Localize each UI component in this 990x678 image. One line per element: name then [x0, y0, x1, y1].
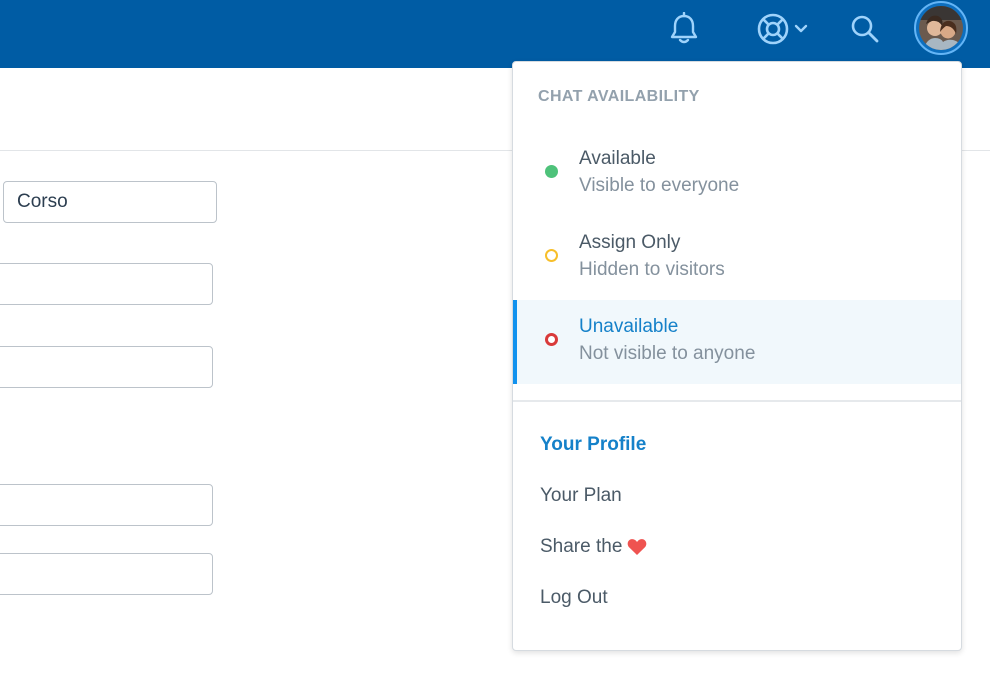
top-navigation-bar	[0, 0, 990, 68]
profile-photo	[919, 6, 963, 50]
status-label: Assign Only	[579, 232, 681, 253]
share-link-label: Share the	[540, 536, 623, 557]
your-profile-link[interactable]: Your Profile	[540, 434, 646, 456]
status-description: Hidden to visitors	[579, 259, 725, 280]
form-field[interactable]	[0, 553, 213, 595]
share-the-love-link[interactable]: Share the	[540, 536, 647, 558]
user-avatar-button[interactable]	[914, 1, 968, 55]
account-dropdown-menu: CHAT AVAILABILITY Available Visible to e…	[512, 61, 962, 651]
form-field[interactable]	[0, 263, 213, 305]
assign-only-status-ring-icon	[545, 249, 558, 262]
unavailable-status-ring-icon	[545, 333, 558, 346]
menu-divider	[513, 400, 961, 402]
lifebuoy-icon	[757, 13, 789, 45]
chat-availability-heading: CHAT AVAILABILITY	[538, 88, 700, 105]
bell-icon	[670, 12, 698, 44]
log-out-link[interactable]: Log Out	[540, 587, 608, 609]
your-plan-link[interactable]: Your Plan	[540, 485, 622, 507]
avatar	[919, 6, 963, 50]
notifications-button[interactable]	[664, 0, 704, 58]
status-option-available[interactable]: Available Visible to everyone	[513, 132, 961, 216]
form-field[interactable]	[0, 484, 213, 526]
status-label: Available	[579, 148, 656, 169]
status-description: Visible to everyone	[579, 175, 740, 196]
available-status-dot-icon	[545, 165, 558, 178]
status-option-assign-only[interactable]: Assign Only Hidden to visitors	[513, 216, 961, 300]
search-button[interactable]	[845, 0, 885, 58]
chevron-down-icon	[794, 24, 808, 33]
form-field[interactable]	[0, 346, 213, 388]
status-description: Not visible to anyone	[579, 343, 756, 364]
search-icon	[851, 15, 879, 43]
status-label: Unavailable	[579, 316, 679, 337]
help-menu-button[interactable]	[752, 0, 812, 58]
status-option-unavailable[interactable]: Unavailable Not visible to anyone	[513, 300, 961, 384]
heart-icon	[628, 539, 647, 555]
last-name-field[interactable]	[3, 181, 217, 223]
